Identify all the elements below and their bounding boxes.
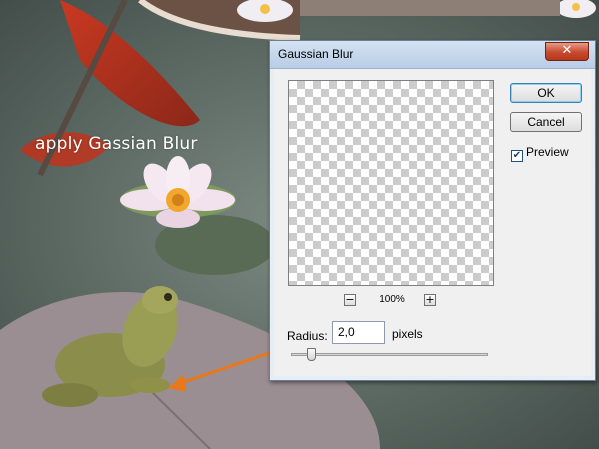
gaussian-blur-dialog: Gaussian Blur ✕ − 100% + Radius: 2,0 pix…	[269, 40, 596, 381]
dialog-title: Gaussian Blur	[278, 47, 354, 61]
zoom-in-button[interactable]: +	[424, 294, 436, 306]
dialog-body: − 100% + Radius: 2,0 pixels OK Cancel ✔ P…	[274, 69, 591, 376]
radius-slider-thumb[interactable]	[306, 348, 316, 361]
preview-label: Preview	[526, 145, 569, 159]
radius-unit-label: pixels	[392, 327, 423, 341]
ok-button[interactable]: OK	[510, 83, 582, 103]
cancel-button[interactable]: Cancel	[510, 112, 582, 132]
close-button[interactable]: ✕	[545, 42, 589, 61]
tutorial-caption: apply Gassian Blur	[35, 134, 198, 154]
radius-slider[interactable]	[291, 353, 488, 356]
close-icon: ✕	[561, 43, 573, 58]
radius-label: Radius:	[287, 329, 328, 343]
zoom-level: 100%	[379, 294, 405, 305]
zoom-out-button[interactable]: −	[344, 294, 356, 306]
preview-canvas[interactable]	[288, 80, 494, 286]
radius-input[interactable]: 2,0	[332, 321, 385, 344]
preview-checkbox[interactable]: ✔	[511, 150, 523, 162]
title-bar: Gaussian Blur ✕	[270, 41, 595, 69]
preview-option[interactable]: ✔ Preview	[511, 145, 569, 162]
